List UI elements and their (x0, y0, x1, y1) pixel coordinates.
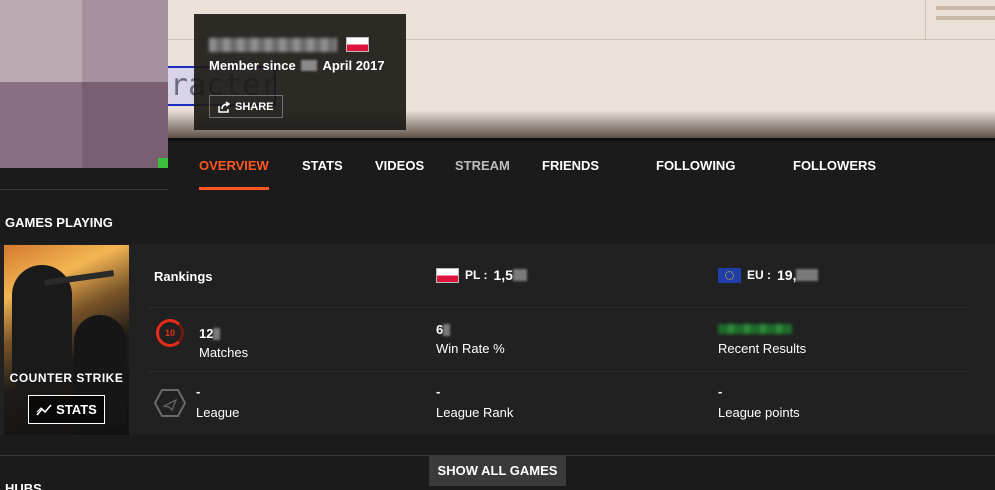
row-divider (148, 371, 968, 372)
eu-flag-icon (718, 267, 741, 283)
member-since: Member since April 2017 (209, 58, 385, 73)
league-points-label: League points (718, 405, 800, 420)
profile-nav: OVERVIEW STATS VIDEOS STREAM FRIENDS FOL… (168, 138, 995, 190)
tab-overview[interactable]: OVERVIEW (199, 141, 269, 190)
show-all-games-button[interactable]: SHOW ALL GAMES (429, 455, 566, 486)
league-points-value: - (718, 384, 723, 399)
avatar[interactable] (0, 0, 168, 168)
eu-ranking[interactable]: EU : 19, (718, 267, 819, 283)
profile-card: Member since April 2017 SHARE (194, 14, 406, 130)
league-rank-label: League Rank (436, 405, 514, 420)
redacted-digits (512, 269, 527, 281)
online-status-indicator (158, 158, 168, 168)
member-since-label: Member since (209, 58, 296, 73)
tab-stream[interactable]: STREAM (455, 141, 510, 190)
game-stats-button[interactable]: STATS (28, 395, 105, 424)
share-label: SHARE (235, 100, 274, 113)
league-value: - (196, 384, 201, 399)
league-rank-value: - (436, 384, 441, 399)
league-icon (154, 389, 186, 417)
matches-label: Matches (199, 345, 249, 360)
recent-results-label: Recent Results (718, 341, 807, 356)
share-button[interactable]: SHARE (209, 95, 283, 118)
tab-following[interactable]: FOLLOWING (656, 141, 735, 190)
skill-level-icon: 10 (156, 319, 184, 347)
win-rate-value: 6 (436, 322, 451, 337)
pl-rank-value: 1,5 (493, 267, 513, 283)
poland-flag-icon (346, 37, 369, 52)
matches-value: 12 (199, 326, 221, 341)
banner-decoration (925, 0, 995, 40)
win-rate-label: Win Rate % (436, 341, 505, 356)
pl-ranking[interactable]: PL : 1,5 (436, 267, 527, 283)
trend-icon (36, 403, 52, 416)
eu-rank-value: 19, (777, 267, 797, 283)
tab-friends[interactable]: FRIENDS (542, 141, 599, 190)
username-redacted (209, 38, 337, 52)
member-since-date: April 2017 (322, 58, 385, 73)
poland-flag-icon (436, 267, 459, 283)
tab-stats[interactable]: STATS (302, 141, 343, 190)
game-cover[interactable]: COUNTER STRIKE STATS (4, 245, 129, 435)
pl-rank-label: PL : (465, 268, 488, 282)
game-logo-text: COUNTER STRIKE (9, 371, 124, 385)
row-divider (148, 307, 968, 308)
rankings-label: Rankings (154, 269, 213, 284)
league-label: League (196, 405, 240, 420)
redacted-day (301, 60, 318, 71)
tab-followers[interactable]: FOLLOWERS (793, 141, 876, 190)
share-icon (218, 100, 230, 113)
games-playing-title: GAMES PLAYING (5, 215, 113, 230)
tab-videos[interactable]: VIDEOS (375, 141, 424, 190)
next-section-title: HUBS (5, 482, 42, 490)
stats-label: STATS (56, 402, 97, 417)
eu-rank-label: EU : (747, 268, 771, 282)
recent-results-redacted (718, 324, 792, 334)
redacted-digits (796, 269, 819, 281)
